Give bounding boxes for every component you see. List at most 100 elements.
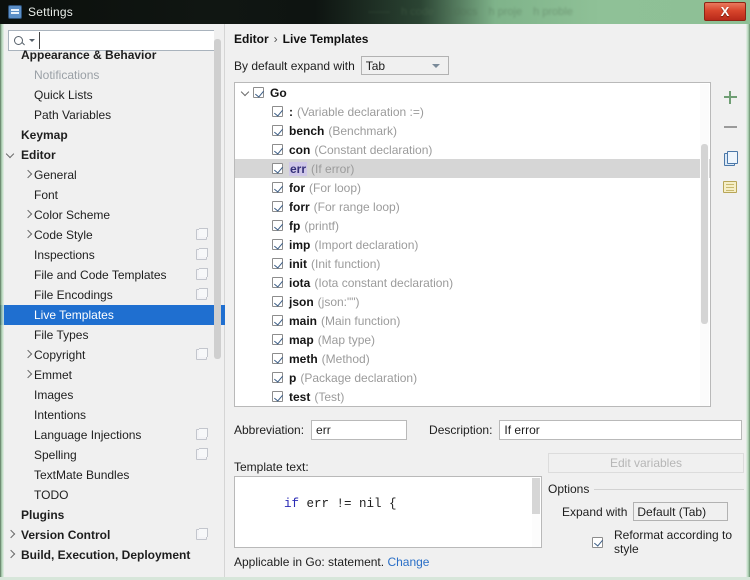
remove-template-button[interactable] <box>719 116 741 138</box>
template-row[interactable]: xml(xml:"") <box>235 406 710 407</box>
template-enabled-checkbox[interactable] <box>272 391 283 402</box>
sidebar-item-inspections[interactable]: Inspections <box>0 245 225 265</box>
description-input[interactable] <box>499 420 742 440</box>
template-row[interactable]: : (Variable declaration :=) <box>235 102 710 121</box>
template-row[interactable]: meth (Method) <box>235 349 710 368</box>
chevron-down-icon[interactable] <box>4 145 17 165</box>
sidebar-item-quick-lists[interactable]: Quick Lists <box>0 85 225 105</box>
chevron-right-icon[interactable] <box>21 225 34 245</box>
template-row[interactable]: main (Main function) <box>235 311 710 330</box>
sidebar-item-color-scheme[interactable]: Color Scheme <box>0 205 225 225</box>
template-row[interactable]: json (json:"") <box>235 292 710 311</box>
templates-list-scrollbar[interactable] <box>700 84 709 406</box>
chevron-right-icon[interactable] <box>4 545 17 565</box>
sidebar-item-copyright[interactable]: Copyright <box>0 345 225 365</box>
sidebar-scrollbar[interactable] <box>214 24 221 550</box>
template-text-editor[interactable]: if err != nil { } <box>234 476 542 548</box>
sidebar-item-font[interactable]: Font <box>0 185 225 205</box>
add-template-button[interactable] <box>719 86 741 108</box>
chevron-down-icon[interactable] <box>29 39 35 42</box>
sidebar-item-code-style[interactable]: Code Style <box>0 225 225 245</box>
template-text-scrollbar-thumb[interactable] <box>532 478 540 514</box>
duplicate-template-button[interactable] <box>719 146 741 168</box>
default-expand-with-label: By default expand with <box>234 58 355 73</box>
chevron-right-icon[interactable] <box>4 525 17 545</box>
change-context-link[interactable]: Change <box>387 555 429 569</box>
sidebar-item-build-execution-deployment[interactable]: Build, Execution, Deployment <box>0 545 225 565</box>
sidebar-item-language-injections[interactable]: Language Injections <box>0 425 225 445</box>
breadcrumb-parent[interactable]: Editor <box>234 32 269 46</box>
window-title: Settings <box>28 5 73 19</box>
template-row[interactable]: p (Package declaration) <box>235 368 710 387</box>
sidebar-scrollbar-thumb[interactable] <box>214 39 221 359</box>
template-row[interactable]: for (For loop) <box>235 178 710 197</box>
template-enabled-checkbox[interactable] <box>272 258 283 269</box>
sidebar-item-appearance-behavior[interactable]: Appearance & Behavior <box>0 45 225 65</box>
template-enabled-checkbox[interactable] <box>272 144 283 155</box>
reformat-row[interactable]: Reformat according to style <box>592 528 744 556</box>
template-row[interactable]: init (Init function) <box>235 254 710 273</box>
sidebar-item-file-encodings[interactable]: File Encodings <box>0 285 225 305</box>
template-group-row[interactable]: Go <box>235 83 710 102</box>
template-group-button[interactable] <box>719 176 741 198</box>
sidebar-item-keymap[interactable]: Keymap <box>0 125 225 145</box>
template-enabled-checkbox[interactable] <box>272 106 283 117</box>
sidebar-item-live-templates[interactable]: Live Templates <box>0 305 225 325</box>
template-row[interactable]: forr (For range loop) <box>235 197 710 216</box>
templates-list[interactable]: Go: (Variable declaration :=) bench (Benchm… <box>234 82 711 407</box>
template-row[interactable]: imp (Import declaration) <box>235 235 710 254</box>
template-row[interactable]: iota (Iota constant declaration) <box>235 273 710 292</box>
sidebar-item-label: Plugins <box>21 508 65 522</box>
template-abbreviation: bench <box>289 123 325 138</box>
sidebar-item-todo[interactable]: TODO <box>0 485 225 505</box>
sidebar-item-intentions[interactable]: Intentions <box>0 405 225 425</box>
chevron-down-icon[interactable] <box>239 83 253 102</box>
sidebar-item-spelling[interactable]: Spelling <box>0 445 225 465</box>
sidebar-item-version-control[interactable]: Version Control <box>0 525 225 545</box>
sidebar-item-textmate-bundles[interactable]: TextMate Bundles <box>0 465 225 485</box>
template-enabled-checkbox[interactable] <box>272 353 283 364</box>
template-enabled-checkbox[interactable] <box>272 239 283 250</box>
template-enabled-checkbox[interactable] <box>272 220 283 231</box>
abbreviation-input[interactable] <box>311 420 408 440</box>
template-enabled-checkbox[interactable] <box>272 125 283 136</box>
template-enabled-checkbox[interactable] <box>272 182 283 193</box>
sidebar-item-general[interactable]: General <box>0 165 225 185</box>
chevron-right-icon[interactable] <box>21 165 34 185</box>
template-row[interactable]: test (Test) <box>235 387 710 406</box>
sidebar-item-file-and-code-templates[interactable]: File and Code Templates <box>0 265 225 285</box>
sidebar-item-label: General <box>34 168 77 182</box>
reformat-checkbox[interactable] <box>592 536 603 548</box>
sidebar-item-editor[interactable]: Editor <box>0 145 225 165</box>
template-row[interactable]: err (If error) <box>235 159 710 178</box>
sidebar-item-plugins[interactable]: Plugins <box>0 505 225 525</box>
chevron-right-icon[interactable] <box>21 205 34 225</box>
chevron-right-icon[interactable] <box>21 365 34 385</box>
template-enabled-checkbox[interactable] <box>272 334 283 345</box>
settings-category-tree[interactable]: Appearance & Behavior Notifications Quick … <box>0 45 225 571</box>
template-row[interactable]: map (Map type) <box>235 330 710 349</box>
sidebar-item-notifications[interactable]: Notifications <box>0 65 225 85</box>
template-row[interactable]: fp (printf) <box>235 216 710 235</box>
template-group-checkbox[interactable] <box>253 87 264 98</box>
sidebar-item-file-types[interactable]: File Types <box>0 325 225 345</box>
sidebar-item-emmet[interactable]: Emmet <box>0 365 225 385</box>
template-row[interactable]: con (Constant declaration) <box>235 140 710 159</box>
template-row[interactable]: bench (Benchmark) <box>235 121 710 140</box>
default-expand-with-select[interactable]: Tab <box>360 56 449 75</box>
template-enabled-checkbox[interactable] <box>272 277 283 288</box>
sidebar-item-images[interactable]: Images <box>0 385 225 405</box>
chevron-right-icon[interactable] <box>21 345 34 365</box>
chevron-down-icon <box>431 63 440 68</box>
sidebar-item-label: Editor <box>21 148 56 162</box>
template-enabled-checkbox[interactable] <box>272 296 283 307</box>
close-window-button[interactable]: X <box>704 2 746 21</box>
expand-with-select[interactable]: Default (Tab) <box>633 502 729 521</box>
template-enabled-checkbox[interactable] <box>272 163 283 174</box>
template-text-scrollbar[interactable] <box>532 478 540 547</box>
sidebar-item-path-variables[interactable]: Path Variables <box>0 105 225 125</box>
template-enabled-checkbox[interactable] <box>272 372 283 383</box>
template-enabled-checkbox[interactable] <box>272 201 283 212</box>
templates-list-scrollbar-thumb[interactable] <box>701 144 708 324</box>
template-enabled-checkbox[interactable] <box>272 315 283 326</box>
